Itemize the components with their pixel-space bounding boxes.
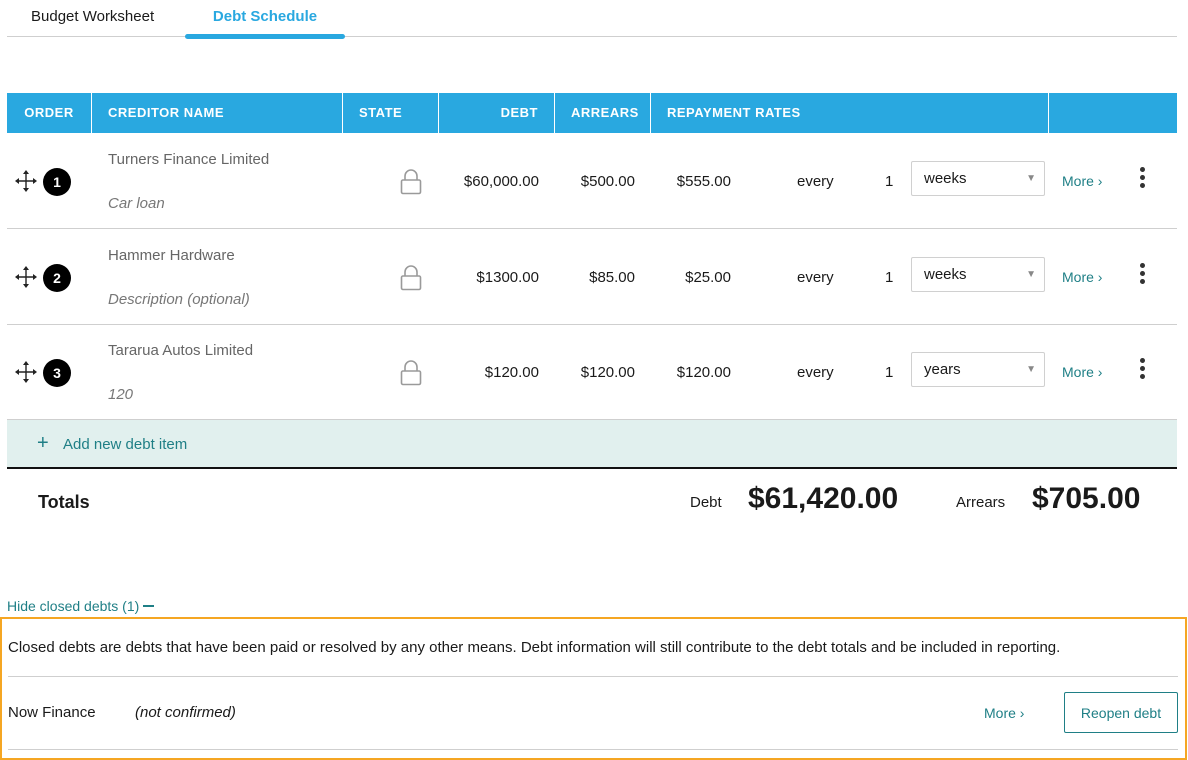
more-label: More bbox=[1062, 173, 1094, 189]
repayment-rate-value[interactable]: $555.00 bbox=[651, 173, 731, 190]
period-select[interactable]: weeks ▼ bbox=[911, 161, 1045, 196]
hide-closed-debts-toggle[interactable]: Hide closed debts (1) bbox=[7, 598, 155, 614]
closed-debt-more-link[interactable]: More › bbox=[984, 705, 1024, 721]
creditor-description[interactable]: Car loan bbox=[108, 195, 165, 212]
header-debt: DEBT bbox=[439, 93, 555, 133]
lock-icon bbox=[400, 265, 422, 291]
hide-closed-debts-label: Hide closed debts (1) bbox=[7, 598, 140, 614]
every-label: every bbox=[797, 173, 834, 190]
arrears-value[interactable]: $500.00 bbox=[555, 173, 635, 190]
creditor-description[interactable]: Description (optional) bbox=[108, 291, 250, 308]
drag-move-icon[interactable] bbox=[15, 361, 37, 383]
period-selected-value: weeks bbox=[924, 266, 967, 283]
total-debt-value: $61,420.00 bbox=[748, 482, 899, 515]
arrears-value[interactable]: $120.00 bbox=[555, 364, 635, 381]
active-tab-indicator bbox=[185, 34, 345, 39]
kebab-menu-icon[interactable] bbox=[1135, 167, 1149, 193]
chevron-right-icon: › bbox=[1097, 364, 1103, 380]
more-label: More bbox=[1062, 269, 1094, 285]
chevron-right-icon: › bbox=[1097, 269, 1103, 285]
tab-bar: Budget Worksheet Debt Schedule bbox=[7, 0, 1177, 39]
chevron-right-icon: › bbox=[1097, 173, 1103, 189]
total-arrears-label: Arrears bbox=[956, 494, 1006, 511]
kebab-menu-icon[interactable] bbox=[1135, 263, 1149, 289]
divider bbox=[8, 676, 1178, 677]
header-creditor-name: CREDITOR NAME bbox=[92, 93, 343, 133]
total-arrears-value: $705.00 bbox=[1032, 482, 1141, 515]
drag-move-icon[interactable] bbox=[15, 170, 37, 192]
kebab-menu-icon[interactable] bbox=[1135, 358, 1149, 384]
header-order: ORDER bbox=[7, 93, 92, 133]
frequency-value[interactable]: 1 bbox=[885, 173, 893, 190]
plus-icon: + bbox=[37, 432, 49, 454]
chevron-right-icon: › bbox=[1019, 705, 1025, 721]
order-badge: 3 bbox=[43, 359, 71, 387]
minus-icon bbox=[143, 605, 155, 608]
add-debt-item-label: Add new debt item bbox=[63, 436, 188, 453]
table-row: 1 Turners Finance Limited Car loan $60,0… bbox=[7, 133, 1177, 229]
period-selected-value: weeks bbox=[924, 170, 967, 187]
repayment-rate-value[interactable]: $120.00 bbox=[651, 364, 731, 381]
caret-down-icon: ▼ bbox=[1026, 269, 1036, 280]
table-header: ORDER CREDITOR NAME STATE DEBT ARREARS R… bbox=[7, 93, 1177, 133]
repayment-rate-value[interactable]: $25.00 bbox=[651, 269, 731, 286]
total-debt-label: Debt bbox=[690, 494, 722, 511]
debt-value[interactable]: $120.00 bbox=[439, 364, 539, 381]
header-repayment-rates: REPAYMENT RATES bbox=[651, 93, 1049, 133]
every-label: every bbox=[797, 269, 834, 286]
more-link[interactable]: More › bbox=[1062, 364, 1102, 380]
creditor-name[interactable]: Turners Finance Limited bbox=[108, 151, 269, 168]
table-row: 3 Tararua Autos Limited 120 $120.00 $120… bbox=[7, 324, 1177, 420]
tab-budget-worksheet[interactable]: Budget Worksheet bbox=[31, 0, 154, 37]
caret-down-icon: ▼ bbox=[1026, 173, 1036, 184]
caret-down-icon: ▼ bbox=[1026, 364, 1036, 375]
period-select[interactable]: years ▼ bbox=[911, 352, 1045, 387]
add-debt-item-button[interactable]: + Add new debt item bbox=[7, 420, 1177, 469]
table-row: 2 Hammer Hardware Description (optional)… bbox=[7, 229, 1177, 325]
more-label: More bbox=[984, 705, 1016, 721]
creditor-description[interactable]: 120 bbox=[108, 386, 133, 403]
totals-label: Totals bbox=[38, 492, 90, 512]
more-link[interactable]: More › bbox=[1062, 269, 1102, 285]
header-state: STATE bbox=[343, 93, 439, 133]
lock-icon bbox=[400, 169, 422, 195]
closed-debt-status: (not confirmed) bbox=[135, 704, 236, 721]
period-selected-value: years bbox=[924, 361, 961, 378]
more-label: More bbox=[1062, 364, 1094, 380]
period-select[interactable]: weeks ▼ bbox=[911, 257, 1045, 292]
frequency-value[interactable]: 1 bbox=[885, 364, 893, 381]
creditor-name[interactable]: Tararua Autos Limited bbox=[108, 342, 253, 359]
order-badge: 2 bbox=[43, 264, 71, 292]
divider bbox=[8, 749, 1178, 750]
reopen-debt-button[interactable]: Reopen debt bbox=[1064, 692, 1178, 733]
debt-value[interactable]: $60,000.00 bbox=[439, 173, 539, 190]
creditor-name[interactable]: Hammer Hardware bbox=[108, 247, 235, 264]
header-actions bbox=[1049, 93, 1177, 133]
tab-debt-schedule[interactable]: Debt Schedule bbox=[185, 0, 345, 37]
order-badge: 1 bbox=[43, 168, 71, 196]
arrears-value[interactable]: $85.00 bbox=[555, 269, 635, 286]
every-label: every bbox=[797, 364, 834, 381]
lock-icon bbox=[400, 360, 422, 386]
closed-debts-info: Closed debts are debts that have been pa… bbox=[8, 639, 1061, 656]
drag-move-icon[interactable] bbox=[15, 266, 37, 288]
closed-debt-name: Now Finance bbox=[8, 704, 96, 721]
debt-value[interactable]: $1300.00 bbox=[439, 269, 539, 286]
header-arrears: ARREARS bbox=[555, 93, 651, 133]
frequency-value[interactable]: 1 bbox=[885, 269, 893, 286]
more-link[interactable]: More › bbox=[1062, 173, 1102, 189]
closed-debts-panel: Closed debts are debts that have been pa… bbox=[0, 617, 1187, 760]
